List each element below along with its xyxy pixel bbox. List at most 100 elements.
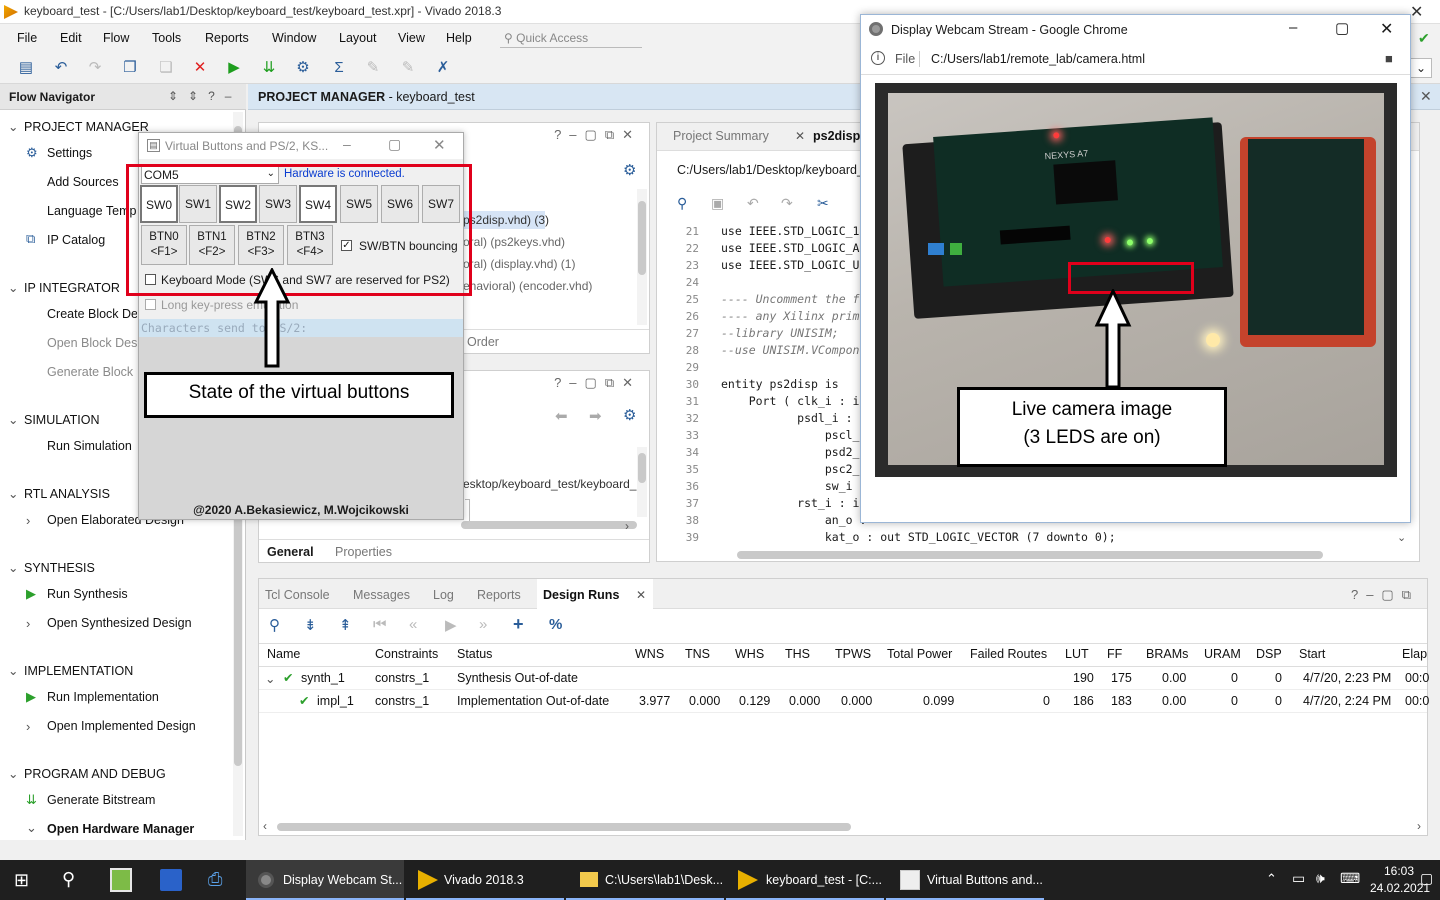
undo-icon[interactable]: ↶: [52, 59, 70, 77]
table-row[interactable]: [259, 667, 1427, 690]
chevron-down-icon[interactable]: ⌄: [265, 671, 275, 686]
redo-icon[interactable]: ↷: [781, 195, 793, 212]
close-icon[interactable]: ✕: [433, 136, 446, 154]
windows-start-icon[interactable]: ⊞: [14, 870, 29, 891]
col-wns[interactable]: WNS: [635, 647, 664, 661]
menu-flow[interactable]: Flow: [103, 31, 129, 45]
back-arrow-icon[interactable]: ⬅: [555, 407, 568, 425]
clock-time[interactable]: 16:03: [1384, 864, 1414, 878]
tool-disabled-2-icon[interactable]: ✎: [399, 59, 417, 77]
task-virtual-buttons[interactable]: Virtual Buttons and...: [886, 860, 1044, 900]
redo-icon[interactable]: ↷: [86, 59, 104, 77]
col-ff[interactable]: FF: [1107, 647, 1122, 661]
nav-run-implementation[interactable]: Run Implementation: [47, 690, 159, 704]
scroll-right-icon[interactable]: ›: [625, 519, 629, 533]
minimize-icon[interactable]: –: [343, 136, 351, 152]
expand-all-icon[interactable]: ⇞: [339, 616, 352, 634]
copy-icon[interactable]: ❐: [121, 59, 139, 77]
save-icon[interactable]: ▣: [711, 195, 724, 212]
col-total-power[interactable]: Total Power: [887, 647, 952, 661]
add-run-icon[interactable]: +: [513, 614, 524, 635]
col-tns[interactable]: TNS: [685, 647, 710, 661]
tool-disabled-icon[interactable]: ✎: [364, 59, 382, 77]
tab-log[interactable]: Log: [433, 588, 454, 602]
h-scrollbar-thumb[interactable]: [461, 521, 637, 529]
tab-general[interactable]: General: [267, 545, 314, 559]
col-ths[interactable]: THS: [785, 647, 810, 661]
close-icon[interactable]: ✕: [795, 129, 805, 143]
close-icon[interactable]: ✕: [636, 588, 646, 602]
play-icon[interactable]: ▶: [445, 616, 457, 634]
notepad-app-icon[interactable]: [110, 868, 132, 892]
settings-gear-icon[interactable]: ⚙: [294, 59, 312, 77]
close-icon[interactable]: ✕: [1410, 2, 1423, 22]
ps2-characters-field[interactable]: Characters send to PS/2:: [139, 319, 463, 337]
tab-reports[interactable]: Reports: [477, 588, 521, 602]
keyboard-icon[interactable]: ⌨: [1340, 870, 1360, 887]
search-icon[interactable]: ⚲: [62, 869, 75, 890]
nav-settings[interactable]: Settings: [47, 146, 92, 160]
menu-edit[interactable]: Edit: [60, 31, 82, 45]
minimize-icon[interactable]: –: [1289, 19, 1297, 36]
task-display-webcam[interactable]: Display Webcam St...: [246, 860, 404, 900]
chrome-address-bar[interactable]: i File C:/Users/lab1/remote_lab/camera.h…: [861, 45, 1410, 75]
nav-generate-block-design[interactable]: Generate Block Design: [47, 365, 137, 379]
task-keyboard-test[interactable]: keyboard_test - [C:...: [726, 860, 884, 900]
chevron-up-icon[interactable]: ⌃: [1266, 871, 1277, 887]
section-rtl-analysis[interactable]: ⌄ RTL ANALYSIS: [8, 486, 110, 501]
nav-open-synthesized-design[interactable]: Open Synthesized Design: [47, 616, 192, 630]
bitstream-icon[interactable]: ⇊: [260, 59, 278, 77]
tab-ps2disp[interactable]: ps2disp: [813, 129, 860, 143]
properties-scrollbar[interactable]: [637, 447, 647, 517]
col-whs[interactable]: WHS: [735, 647, 764, 661]
open-project-icon[interactable]: ▤: [17, 59, 35, 77]
gear-icon[interactable]: ⚙: [623, 406, 636, 424]
tab-design-runs[interactable]: Design Runs: [543, 588, 619, 602]
tab-tcl-console[interactable]: Tcl Console: [265, 588, 330, 602]
panel-controls-icon[interactable]: ?–▢⧉: [1351, 587, 1419, 603]
section-program-and-debug[interactable]: ⌄ PROGRAM AND DEBUG: [8, 766, 166, 781]
cut-icon[interactable]: ✂: [817, 195, 829, 212]
nav-open-hardware-manager[interactable]: Open Hardware Manager: [47, 822, 194, 836]
panel-controls-icon[interactable]: ?–▢⧉✕: [554, 127, 641, 143]
camera-icon[interactable]: ■: [1385, 51, 1393, 66]
paste-icon[interactable]: ❏: [157, 59, 175, 77]
col-lut[interactable]: LUT: [1065, 647, 1089, 661]
volume-icon[interactable]: 🕪: [1316, 870, 1325, 887]
search-icon[interactable]: ⚲: [269, 616, 280, 634]
sigma-icon[interactable]: Σ: [330, 59, 348, 77]
col-uram[interactable]: URAM: [1204, 647, 1241, 661]
url-text[interactable]: C:/Users/lab1/remote_lab/camera.html: [931, 52, 1145, 66]
scroll-right-icon[interactable]: ›: [1417, 819, 1421, 833]
remote-app-icon[interactable]: ⎙: [208, 869, 222, 890]
scroll-left-icon[interactable]: ‹: [263, 819, 267, 833]
search-icon[interactable]: ⚲: [677, 195, 687, 212]
nav-generate-bitstream[interactable]: Generate Bitstream: [47, 793, 155, 807]
tab-order[interactable]: Order: [467, 335, 499, 349]
first-icon[interactable]: ⏮: [373, 616, 387, 633]
close-icon[interactable]: ✕: [1380, 19, 1393, 39]
nav-language-templates[interactable]: Language Templates: [47, 204, 137, 218]
source-line-encoder[interactable]: ehavioral) (encoder.vhd): [463, 279, 592, 293]
notifications-icon[interactable]: ▢: [1420, 870, 1433, 887]
maximize-icon[interactable]: ▢: [1335, 19, 1349, 37]
menu-help[interactable]: Help: [446, 31, 472, 45]
menu-tools[interactable]: Tools: [152, 31, 181, 45]
editor-h-scrollbar[interactable]: [737, 551, 1323, 559]
col-start[interactable]: Start: [1299, 647, 1325, 661]
task-file-explorer[interactable]: C:\Users\lab1\Desk...: [566, 860, 724, 900]
nav-open-implemented-design[interactable]: Open Implemented Design: [47, 719, 196, 733]
network-icon[interactable]: ▭: [1292, 870, 1305, 887]
forward-arrow-icon[interactable]: ➡: [589, 407, 602, 425]
nav-add-sources[interactable]: Add Sources: [47, 175, 119, 189]
tab-project-summary[interactable]: Project Summary: [673, 129, 769, 143]
scrollbar-thumb[interactable]: [638, 453, 646, 483]
sources-scrollbar[interactable]: [637, 189, 647, 325]
close-icon[interactable]: ✕: [1420, 88, 1432, 105]
col-constraints[interactable]: Constraints: [375, 647, 438, 661]
delete-icon[interactable]: ✕: [191, 59, 209, 77]
menu-reports[interactable]: Reports: [205, 31, 249, 45]
maximize-icon[interactable]: ▢: [388, 136, 401, 153]
percent-icon[interactable]: %: [549, 616, 562, 633]
tab-properties[interactable]: Properties: [335, 545, 392, 559]
